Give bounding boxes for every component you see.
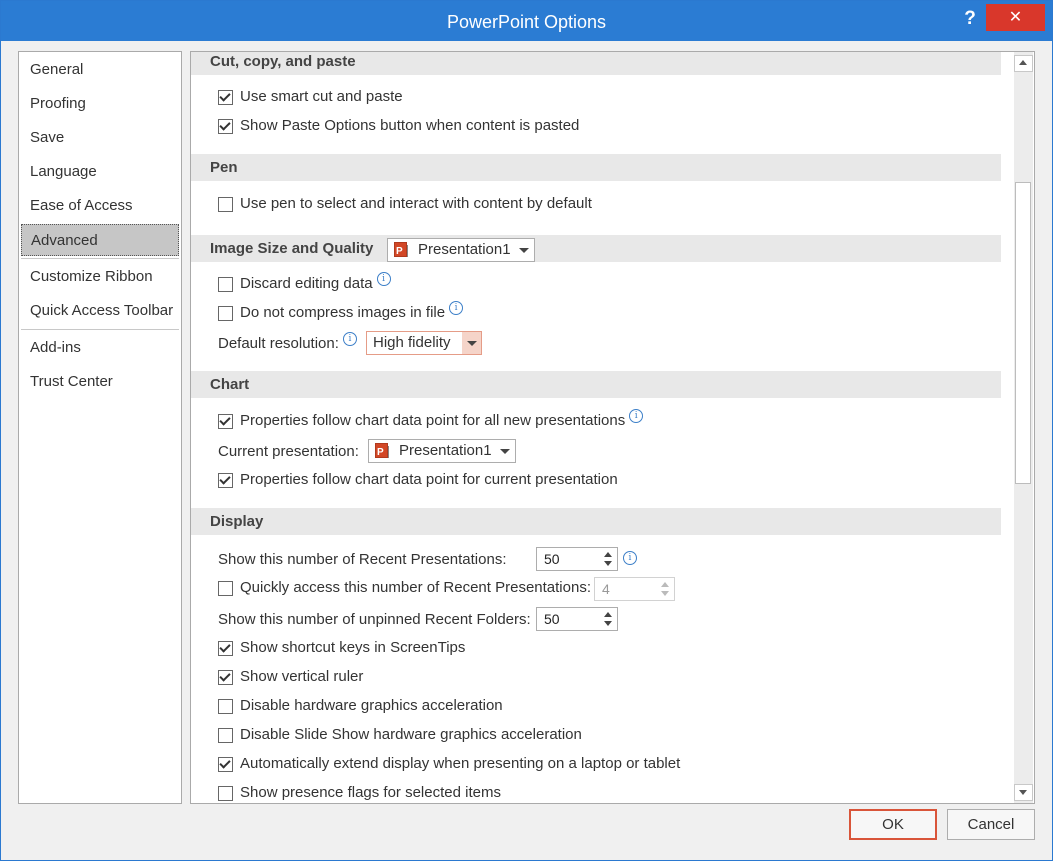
scroll-down-icon[interactable] — [1014, 784, 1033, 801]
info-icon[interactable]: i — [629, 409, 644, 423]
image-presentation-dropdown[interactable]: Presentation1 — [387, 238, 535, 263]
nav-item-customize-ribbon[interactable]: Customize Ribbon — [21, 261, 179, 293]
label-props-current-presentation: Properties follow chart data point for c… — [240, 471, 618, 488]
nav-item-add-ins[interactable]: Add-ins — [21, 332, 179, 364]
label-quick-access-recent: Quickly access this number of Recent Pre… — [240, 579, 591, 596]
label-props-all-presentations: Properties follow chart data point for a… — [240, 412, 626, 429]
quick-access-spinner[interactable]: 4 — [594, 577, 675, 601]
window-title: PowerPoint Options — [446, 12, 607, 32]
checkbox-paste-options[interactable] — [218, 119, 233, 134]
label-vertical-ruler: Show vertical ruler — [240, 668, 364, 685]
checkbox-auto-extend-display[interactable] — [218, 757, 233, 772]
nav-item-advanced[interactable]: Advanced — [21, 224, 179, 256]
label-shortcut-keys: Show shortcut keys in ScreenTips — [240, 639, 466, 656]
ok-button[interactable]: OK — [849, 809, 937, 840]
nav-item-quick-access-toolbar[interactable]: Quick Access Toolbar — [21, 295, 179, 327]
quick-access-value: 4 — [602, 581, 610, 597]
props-all-row: Properties follow chart data point for a… — [240, 409, 644, 431]
scroll-up-icon[interactable] — [1014, 55, 1033, 72]
current-presentation-value: Presentation1 — [399, 442, 492, 459]
recent-folders-spinner[interactable]: 50 — [536, 607, 618, 631]
do-not-compress-row: Do not compress images in file i — [240, 301, 464, 323]
label-do-not-compress: Do not compress images in file — [240, 304, 446, 321]
recent-folders-value: 50 — [544, 611, 560, 627]
nav-item-general[interactable]: General — [21, 54, 179, 86]
cancel-button[interactable]: Cancel — [947, 809, 1035, 840]
chevron-down-icon — [467, 341, 477, 346]
info-icon[interactable]: i — [376, 272, 391, 286]
chevron-down-icon — [500, 449, 510, 454]
section-header-display: Display — [191, 508, 1001, 535]
label-current-presentation: Current presentation: — [218, 443, 359, 460]
checkbox-disable-slideshow-hw[interactable] — [218, 728, 233, 743]
advanced-options-panel: Cut, copy, and paste Use smart cut and p… — [190, 51, 1035, 804]
info-icon[interactable]: i — [342, 332, 357, 346]
label-recent-presentations: Show this number of Recent Presentations… — [218, 551, 507, 568]
nav-item-ease-of-access[interactable]: Ease of Access — [21, 190, 179, 222]
section-title-image: Image Size and Quality — [210, 240, 374, 257]
checkbox-vertical-ruler[interactable] — [218, 670, 233, 685]
checkbox-shortcut-keys[interactable] — [218, 641, 233, 656]
vertical-scrollbar[interactable] — [1014, 52, 1033, 803]
chevron-down-icon — [519, 248, 529, 253]
checkbox-presence-flags[interactable] — [218, 786, 233, 801]
image-presentation-value: Presentation1 — [418, 241, 511, 258]
close-button[interactable]: ✕ — [986, 4, 1045, 31]
current-presentation-dropdown[interactable]: Presentation1 — [368, 439, 516, 464]
checkbox-props-current-presentation[interactable] — [218, 473, 233, 488]
default-resolution-row: Default resolution: i — [218, 332, 357, 354]
label-disable-hw-acceleration: Disable hardware graphics acceleration — [240, 697, 503, 714]
label-presence-flags: Show presence flags for selected items — [240, 784, 501, 801]
label-disable-slideshow-hw: Disable Slide Show hardware graphics acc… — [240, 726, 582, 743]
recent-presentations-value: 50 — [544, 551, 560, 567]
label-paste-options: Show Paste Options button when content i… — [240, 117, 580, 134]
powerpoint-options-dialog: PowerPoint Options ? ✕ General Proofing … — [0, 0, 1053, 861]
label-recent-folders: Show this number of unpinned Recent Fold… — [218, 611, 531, 628]
nav-item-save[interactable]: Save — [21, 122, 179, 154]
spinner-up-icon[interactable] — [604, 612, 612, 617]
spinner-up-icon[interactable] — [604, 552, 612, 557]
checkbox-quick-access-recent[interactable] — [218, 581, 233, 596]
section-header-cut-copy-paste: Cut, copy, and paste — [191, 52, 1001, 75]
checkbox-props-all-presentations[interactable] — [218, 414, 233, 429]
section-header-pen: Pen — [191, 154, 1001, 181]
section-header-chart: Chart — [191, 371, 1001, 398]
nav-separator — [21, 329, 179, 330]
label-discard-editing-data: Discard editing data — [240, 275, 373, 292]
checkbox-discard-editing-data[interactable] — [218, 277, 233, 292]
nav-item-proofing[interactable]: Proofing — [21, 88, 179, 120]
label-default-resolution: Default resolution: — [218, 335, 339, 352]
checkbox-do-not-compress[interactable] — [218, 306, 233, 321]
help-icon[interactable]: ? — [960, 7, 980, 31]
label-smart-cut: Use smart cut and paste — [240, 88, 403, 105]
label-auto-extend-display: Automatically extend display when presen… — [240, 755, 681, 772]
label-use-pen: Use pen to select and interact with cont… — [240, 195, 592, 212]
section-header-image-size-quality: Image Size and Quality — [191, 235, 1001, 262]
discard-editing-data-row: Discard editing data i — [240, 272, 391, 294]
info-icon[interactable]: i — [449, 301, 464, 315]
spinner-down-icon[interactable] — [604, 561, 612, 566]
checkbox-smart-cut[interactable] — [218, 90, 233, 105]
title-bar: PowerPoint Options ? ✕ — [1, 1, 1052, 41]
recent-presentations-spinner[interactable]: 50 — [536, 547, 618, 571]
powerpoint-icon — [394, 241, 407, 263]
options-nav: General Proofing Save Language Ease of A… — [18, 51, 182, 804]
nav-item-language[interactable]: Language — [21, 156, 179, 188]
spinner-down-icon[interactable] — [604, 621, 612, 626]
info-icon[interactable]: i — [623, 551, 637, 565]
spinner-up-icon[interactable] — [661, 582, 669, 587]
nav-item-trust-center[interactable]: Trust Center — [21, 366, 179, 398]
checkbox-disable-hw-acceleration[interactable] — [218, 699, 233, 714]
nav-separator — [21, 258, 179, 259]
default-resolution-dropdown[interactable]: High fidelity — [366, 331, 482, 355]
powerpoint-icon — [375, 442, 388, 464]
checkbox-use-pen[interactable] — [218, 197, 233, 212]
default-resolution-value: High fidelity — [373, 334, 451, 351]
scroll-thumb[interactable] — [1015, 182, 1031, 484]
spinner-down-icon[interactable] — [661, 591, 669, 596]
